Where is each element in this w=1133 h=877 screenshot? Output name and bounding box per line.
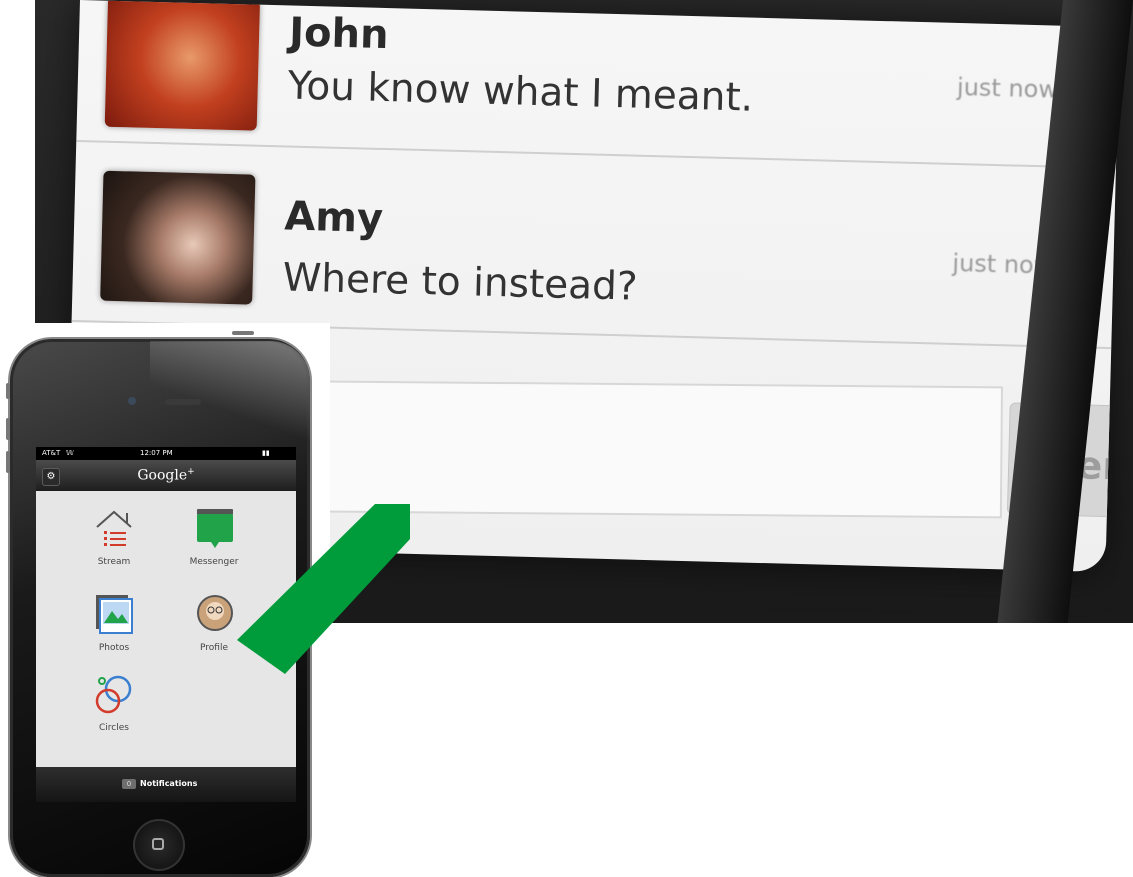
wifi-icon: 𝕎 xyxy=(66,449,74,457)
tile-circles[interactable]: Circles xyxy=(69,673,159,743)
message-text: You know what I meant. xyxy=(287,63,754,121)
tile-photos[interactable]: Photos xyxy=(69,593,159,663)
circles-icon xyxy=(95,675,132,714)
tile-label: Photos xyxy=(98,643,130,653)
volume-up-button xyxy=(6,418,10,440)
tile-stream[interactable]: Stream xyxy=(69,507,159,577)
app-titlebar: ⚙ Google+ xyxy=(36,460,296,491)
status-bar: AT&T 𝕎 12:07 PM ▮▮ xyxy=(36,447,296,460)
stream-icon xyxy=(96,510,132,546)
tile-label: Stream xyxy=(97,557,131,567)
message-time: just now xyxy=(956,72,1059,104)
clock-label: 12:07 PM xyxy=(140,449,173,457)
avatar xyxy=(104,0,261,131)
battery-icon: ▮▮ xyxy=(262,449,270,457)
message-text: Where to instead? xyxy=(282,255,639,310)
avatar xyxy=(100,170,256,305)
notifications-bar[interactable]: 0 Notifications xyxy=(36,767,296,802)
zoom-arrow xyxy=(237,504,410,674)
tile-label: Circles xyxy=(99,723,129,733)
power-button xyxy=(232,331,254,335)
volume-down-button xyxy=(6,451,10,473)
notification-count: 0 xyxy=(122,779,136,789)
photos-icon xyxy=(96,595,133,634)
message-row[interactable]: John You know what I meant. just now xyxy=(76,0,1120,170)
mute-switch xyxy=(6,383,10,399)
message-sender: Amy xyxy=(283,193,384,243)
app-title: Google+ xyxy=(137,467,195,484)
phone-gloss xyxy=(150,341,310,451)
carrier-label: AT&T xyxy=(42,449,61,457)
plus-mark: + xyxy=(187,467,195,477)
home-icon xyxy=(152,838,164,850)
speaker-grille xyxy=(165,399,201,405)
message-input[interactable] xyxy=(322,380,1003,519)
notifications-label: Notifications xyxy=(140,779,198,788)
message-sender: John xyxy=(288,9,390,59)
message-row[interactable]: Amy Where to instead? just now xyxy=(71,149,1116,350)
profile-icon xyxy=(197,595,233,631)
messenger-icon xyxy=(197,509,233,548)
camera-icon xyxy=(128,397,136,405)
home-button[interactable] xyxy=(133,819,185,871)
